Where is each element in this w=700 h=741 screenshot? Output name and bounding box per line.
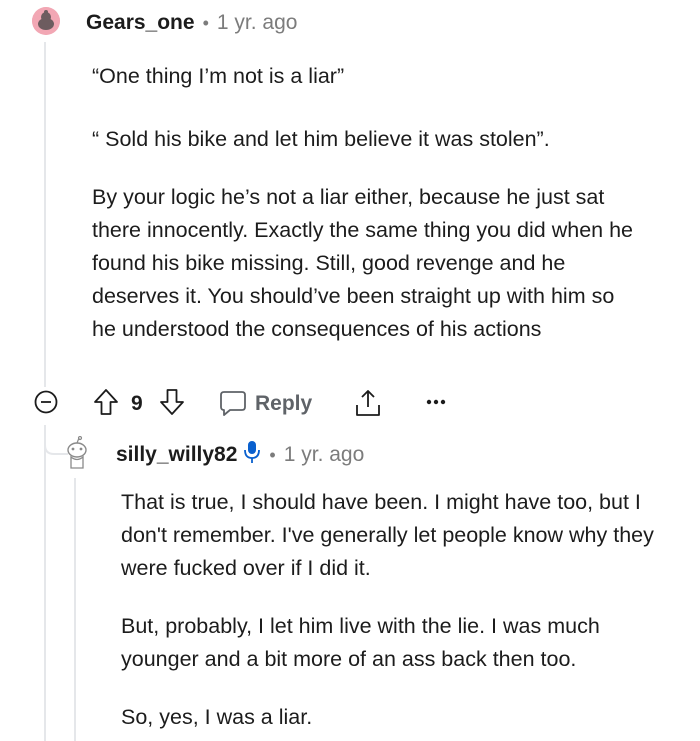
reply-timestamp[interactable]: 1 yr. ago	[284, 443, 365, 467]
upvote-icon	[94, 389, 118, 415]
collapse-button[interactable]	[34, 390, 58, 414]
meta-separator: •	[269, 444, 276, 465]
comment-paragraph: By your logic he’s not a liar either, be…	[92, 185, 634, 341]
reply-button[interactable]	[218, 388, 248, 418]
reply-paragraph: But, probably, I let him live with the l…	[121, 614, 600, 671]
comment-body: “One thing I’m not is a liar” “ Sold his…	[92, 60, 652, 346]
downvote-button[interactable]	[158, 388, 186, 416]
user-avatar[interactable]	[32, 7, 60, 35]
reply-paragraph: That is true, I should have been. I migh…	[121, 490, 654, 580]
reply-meta: silly_willy82 • 1 yr. ago	[116, 440, 364, 470]
reply-paragraph: So, yes, I was a liar.	[121, 705, 313, 729]
share-icon	[356, 390, 380, 416]
reply-user-avatar[interactable]	[62, 435, 92, 470]
meta-separator: •	[202, 12, 209, 33]
username[interactable]: Gears_one	[86, 11, 195, 35]
thread-line-main-lower	[44, 425, 46, 741]
comment-paragraph: “ Sold his bike and let him believe it w…	[92, 127, 550, 151]
comment-action-bar: 9 Reply	[34, 385, 454, 425]
share-button[interactable]	[354, 388, 382, 418]
vote-count: 9	[131, 392, 143, 415]
snoo-avatar-icon	[67, 435, 87, 469]
thread-line-main	[44, 42, 46, 387]
more-icon	[426, 399, 446, 405]
snoo-avatar-icon	[32, 7, 60, 35]
timestamp[interactable]: 1 yr. ago	[217, 11, 298, 35]
downvote-icon	[160, 389, 184, 415]
reply-label[interactable]: Reply	[255, 392, 312, 416]
reply-body: That is true, I should have been. I migh…	[121, 486, 661, 734]
microphone-icon	[243, 440, 261, 470]
reply-username[interactable]: silly_willy82	[116, 443, 237, 467]
collapse-icon	[34, 390, 58, 414]
thread-line-reply	[74, 478, 76, 741]
upvote-button[interactable]	[92, 388, 120, 416]
comment-meta: Gears_one • 1 yr. ago	[86, 11, 297, 35]
comment-paragraph: “One thing I’m not is a liar”	[92, 64, 345, 88]
reply-bubble-icon	[220, 391, 246, 416]
more-options-button[interactable]	[424, 395, 448, 409]
